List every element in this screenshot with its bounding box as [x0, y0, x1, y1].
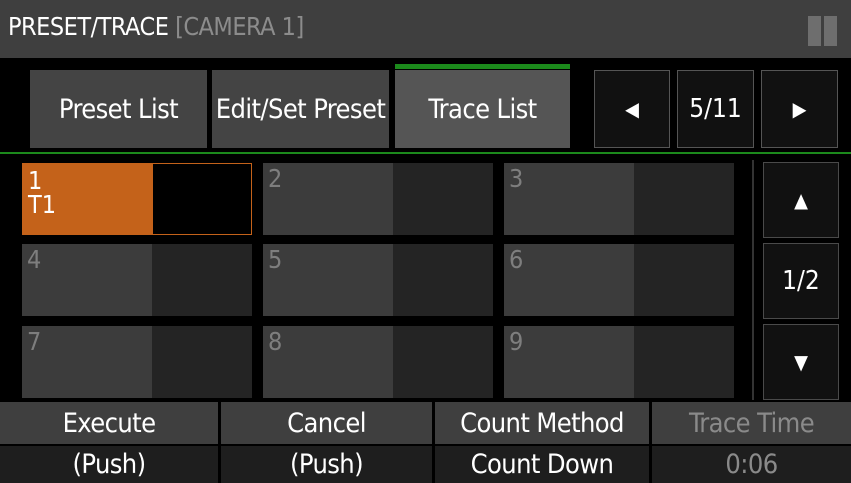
- tab-divider-line: [0, 152, 851, 154]
- left-arrow-icon: ◀: [625, 97, 639, 121]
- cell-label: 4: [27, 245, 42, 274]
- cell-thumbnail: [22, 326, 152, 398]
- cell-thumbnail: [22, 244, 152, 316]
- status-indicator-left: [808, 16, 821, 46]
- cell-thumbnail: [504, 244, 634, 316]
- status-indicator-right: [824, 16, 837, 46]
- tab-edit-set-preset[interactable]: Edit/Set Preset: [212, 70, 389, 148]
- execute-button[interactable]: (Push): [0, 446, 218, 483]
- scroll-up-button[interactable]: ▲: [763, 162, 839, 238]
- scroll-page-indicator: 1/2: [763, 243, 839, 319]
- next-page-button[interactable]: ▶: [761, 70, 838, 148]
- cell-label: 1 T1: [28, 166, 57, 219]
- prev-page-button[interactable]: ◀: [594, 70, 670, 148]
- execute-label: Execute: [0, 402, 218, 444]
- cell-thumbnail: [504, 326, 634, 398]
- cancel-label: Cancel: [221, 402, 432, 444]
- cell-thumbnail: [263, 326, 393, 398]
- cell-label: 6: [509, 245, 524, 274]
- cell-label: 7: [27, 327, 42, 356]
- trace-cell-2[interactable]: 2: [263, 163, 493, 235]
- page-indicator: 5/11: [677, 70, 754, 148]
- count-method-label: Count Method: [435, 402, 649, 444]
- page-title: PRESET/TRACE [CAMERA 1]: [8, 10, 304, 44]
- cancel-button[interactable]: (Push): [221, 446, 432, 483]
- cell-label: 3: [509, 164, 524, 193]
- trace-cell-6[interactable]: 6: [504, 244, 734, 316]
- cell-thumbnail: [504, 163, 634, 235]
- trace-time-value: 0:06: [652, 446, 851, 483]
- right-arrow-icon: ▶: [792, 97, 807, 121]
- active-tab-indicator: [395, 64, 570, 69]
- cell-thumbnail: [263, 244, 393, 316]
- trace-time-label: Trace Time: [652, 402, 851, 444]
- trace-cell-9[interactable]: 9: [504, 326, 734, 398]
- trace-cell-8[interactable]: 8: [263, 326, 493, 398]
- cell-label: 8: [268, 327, 283, 356]
- cell-label: 9: [509, 327, 524, 356]
- trace-cell-3[interactable]: 3: [504, 163, 734, 235]
- trace-cell-1[interactable]: 1 T1: [22, 163, 252, 235]
- cell-label: 5: [268, 245, 283, 274]
- title-label: PRESET/TRACE: [8, 12, 169, 41]
- trace-cell-7[interactable]: 7: [22, 326, 252, 398]
- trace-cell-5[interactable]: 5: [263, 244, 493, 316]
- up-arrow-icon: ▲: [794, 188, 808, 212]
- camera-label: [CAMERA 1]: [175, 12, 304, 41]
- tab-trace-list[interactable]: Trace List: [395, 70, 570, 148]
- grid-divider: [752, 160, 754, 400]
- scroll-down-button[interactable]: ▼: [763, 324, 839, 400]
- tab-preset-list[interactable]: Preset List: [30, 70, 207, 148]
- down-arrow-icon: ▼: [794, 350, 808, 374]
- count-method-value[interactable]: Count Down: [435, 446, 649, 483]
- cell-thumbnail: [263, 163, 393, 235]
- trace-cell-4[interactable]: 4: [22, 244, 252, 316]
- cell-label: 2: [268, 164, 283, 193]
